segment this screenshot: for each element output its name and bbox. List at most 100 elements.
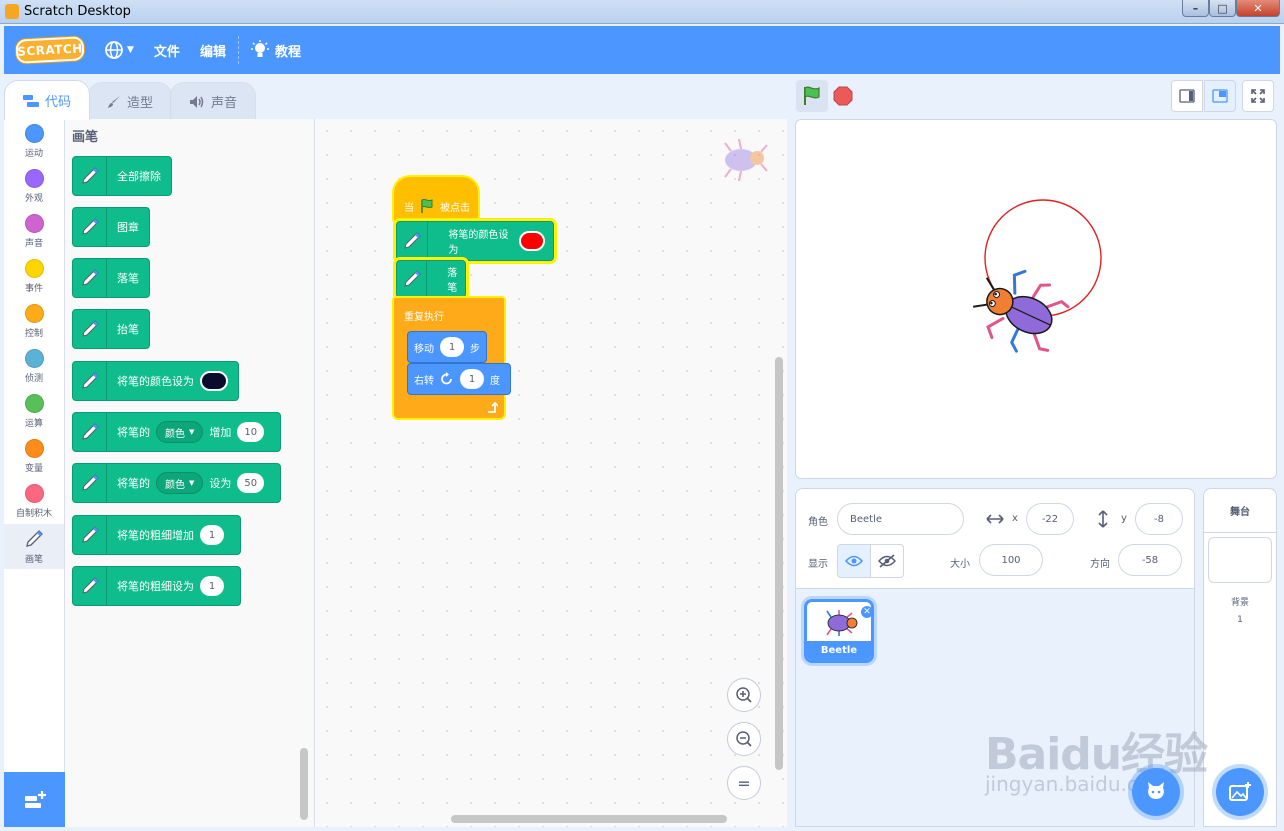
x-input[interactable]: -22 (1026, 503, 1074, 535)
sprite-info: 角色 Beetle x -22 y -8 显示 大小 100 方向 -58 (796, 489, 1194, 589)
edit-menu[interactable]: 编辑 (190, 26, 236, 74)
fullscreen-icon (1251, 89, 1265, 103)
speaker-icon (190, 95, 204, 108)
show-label: 显示 (808, 559, 828, 570)
category-control[interactable]: 控制 (4, 299, 64, 344)
block-set-pen-param[interactable]: 将笔的 颜色 ▼ 设为 50 (72, 463, 282, 503)
y-input[interactable]: -8 (1135, 503, 1183, 535)
category-label: 控制 (24, 329, 43, 339)
block-label: 重复执行 (404, 312, 444, 323)
stage-canvas[interactable] (795, 119, 1277, 479)
sprite-tile-name: Beetle (807, 641, 871, 660)
brush-icon (108, 95, 121, 108)
zoom-reset-button[interactable]: = (727, 766, 761, 800)
number-input[interactable]: 50 (237, 473, 265, 493)
choose-backdrop-button[interactable] (1216, 768, 1264, 816)
category-label: 画笔 (24, 554, 43, 565)
color-swatch[interactable] (518, 231, 545, 251)
show-sprite-button[interactable] (837, 544, 871, 578)
category-motion[interactable]: 运动 (4, 119, 64, 164)
stop-button[interactable] (833, 86, 853, 106)
app-icon (5, 4, 19, 19)
choose-sprite-button[interactable] (1132, 768, 1180, 816)
green-flag-icon (421, 198, 433, 213)
hide-sprite-button[interactable] (870, 544, 904, 578)
delete-sprite-button[interactable]: ✕ (860, 605, 871, 619)
number-input[interactable]: 1 (460, 369, 484, 389)
block-stamp[interactable]: 图章 (72, 207, 150, 247)
size-label: 大小 (950, 559, 970, 570)
block-label: 全部擦除 (117, 170, 161, 183)
tutorials-menu[interactable]: 教程 (241, 26, 311, 74)
category-events[interactable]: 事件 (4, 254, 64, 299)
sprite-label: 角色 (808, 517, 828, 528)
number-input[interactable]: 10 (237, 422, 265, 442)
dropdown-value: 颜色 (165, 428, 185, 440)
pen-icon (73, 566, 107, 606)
zoom-out-button[interactable] (727, 722, 761, 756)
pen-icon (397, 261, 428, 297)
category-variables[interactable]: 变量 (4, 434, 64, 479)
block-label: 当 (404, 202, 414, 214)
cat-icon (1148, 782, 1164, 799)
looks-color-dot (24, 169, 44, 188)
block-set-pen-color[interactable]: 将笔的颜色设为 (72, 361, 239, 401)
scratch-logo[interactable]: SCRATCH (15, 36, 85, 64)
green-flag-button[interactable] (796, 80, 828, 112)
tab-code[interactable]: 代码 (4, 80, 91, 120)
workspace-horizontal-scrollbar[interactable] (451, 815, 727, 823)
pen-icon (73, 412, 107, 452)
param-dropdown[interactable]: 颜色 ▼ (156, 421, 204, 443)
category-label: 声音 (24, 239, 43, 249)
number-input[interactable]: 1 (200, 576, 224, 596)
language-menu[interactable]: ▼ (94, 26, 144, 74)
size-input[interactable]: 100 (979, 544, 1043, 576)
number-input[interactable]: 1 (200, 525, 224, 545)
block-pen-down[interactable]: 落笔 (72, 258, 150, 298)
pen-down-block[interactable]: 落笔 (396, 260, 466, 298)
chevron-down-icon: ▼ (127, 45, 134, 55)
block-change-pen-size[interactable]: 将笔的粗细增加 1 (72, 515, 241, 555)
sprite-tile-beetle[interactable]: ✕ Beetle (804, 599, 874, 663)
green-flag-icon (804, 86, 820, 105)
block-set-pen-size[interactable]: 将笔的粗细设为 1 (72, 566, 241, 606)
palette-scrollbar[interactable] (300, 748, 308, 820)
move-steps-block[interactable]: 移动 1 步 (407, 331, 487, 363)
category-sensing[interactable]: 侦测 (4, 344, 64, 389)
set-pen-color-block[interactable]: 将笔的颜色设为 (396, 221, 554, 261)
category-pen[interactable]: 画笔 (4, 524, 64, 569)
category-my-blocks[interactable]: 自制积木 (4, 479, 64, 524)
zoom-in-button[interactable] (727, 678, 761, 712)
block-erase-all[interactable]: 全部擦除 (72, 156, 172, 196)
block-label: 度 (490, 375, 500, 387)
variables-color-dot (24, 439, 44, 458)
block-pen-up[interactable]: 抬笔 (72, 309, 150, 349)
fullscreen-button[interactable] (1242, 80, 1274, 112)
category-looks[interactable]: 外观 (4, 164, 64, 209)
number-input[interactable]: 1 (440, 337, 464, 357)
minimize-button[interactable]: – (1182, 0, 1209, 17)
stage-thumbnail[interactable] (1208, 537, 1272, 583)
sprite-name-input[interactable]: Beetle (837, 503, 964, 535)
turn-right-block[interactable]: 右转 1 度 (407, 363, 511, 395)
tab-sounds[interactable]: 声音 (170, 82, 257, 120)
workspace-vertical-scrollbar[interactable] (775, 357, 783, 770)
block-label: 将笔的 (117, 426, 150, 439)
category-sound[interactable]: 声音 (4, 209, 64, 254)
file-menu[interactable]: 文件 (144, 26, 190, 74)
block-change-pen-param[interactable]: 将笔的 颜色 ▼ 增加 10 (72, 412, 282, 452)
param-dropdown[interactable]: 颜色 ▼ (156, 472, 204, 494)
normal-stage-button[interactable] (1204, 80, 1236, 112)
add-extension-button[interactable] (4, 772, 65, 827)
tab-costumes-label: 造型 (127, 96, 154, 111)
when-flag-clicked-block[interactable]: 当 被点击 (392, 175, 480, 223)
script-workspace[interactable]: 当 被点击 将笔的颜色设为 落笔 重复执行 移动 1 步 右转 1 度 = (315, 119, 787, 827)
tab-costumes[interactable]: 造型 (88, 82, 173, 120)
stage-drawing (973, 199, 1102, 353)
close-button[interactable]: ✕ (1236, 0, 1280, 17)
maximize-button[interactable]: □ (1209, 0, 1236, 17)
small-stage-button[interactable] (1171, 80, 1203, 112)
category-operators[interactable]: 运算 (4, 389, 64, 434)
color-swatch[interactable] (200, 371, 228, 391)
direction-input[interactable]: -58 (1118, 544, 1182, 576)
